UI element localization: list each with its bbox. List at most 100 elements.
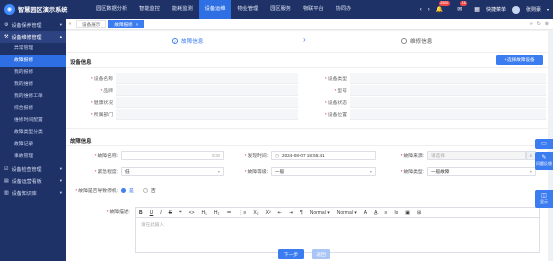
font-color-button[interactable]: A (364, 210, 367, 216)
topnav-item[interactable]: 物业管理 (231, 0, 264, 19)
topnav-item[interactable]: 园区服务 (264, 0, 297, 19)
next-arrow-icon[interactable]: › (428, 7, 430, 13)
sidebar-group-inspection[interactable]: ☑ 设备检查管理 ▾ (0, 163, 66, 175)
h1-button[interactable]: H₁ (202, 210, 207, 216)
refresh-icon[interactable]: ↻ (537, 21, 541, 27)
sidebar: ⚙ 设备保养管理 ▾ ⚒ 设备维修管理 ▴ 异常管理 故障报修 我的报修 我的维… (0, 19, 66, 261)
shortcut-menu[interactable]: 快捷菜单 (486, 6, 506, 13)
bold-button[interactable]: B (139, 210, 143, 216)
fault-source-select[interactable]: 请选择 (427, 151, 526, 160)
topnav-item[interactable]: 智能监控 (133, 0, 166, 19)
italic-button[interactable]: I (160, 210, 161, 216)
sidebar-group-repair[interactable]: ⚒ 设备维修管理 ▴ (0, 31, 66, 43)
urgency-select[interactable]: 低 ▾ (121, 167, 224, 176)
sidebar-item[interactable]: 故障类型分类 (0, 127, 66, 139)
tab-scroll-left-icon[interactable]: « (66, 21, 74, 27)
fault-type-select[interactable]: 一般故障 ▾ (427, 167, 536, 176)
feedback-button[interactable]: ✎ 问题反馈 (535, 152, 553, 170)
select-device-button[interactable]: +选择故障设备 (496, 55, 543, 65)
field-label-text: 紧急程度: (97, 170, 118, 175)
clear-format-button[interactable]: Ix (394, 210, 398, 216)
topnav-item-active[interactable]: 设备运维 (198, 0, 232, 19)
message-icon: ✉ (457, 7, 463, 13)
float-tool-button[interactable]: ▭ (535, 139, 553, 149)
user-name[interactable]: 张则豪 (526, 6, 541, 13)
urgency-value: 低 (125, 168, 130, 174)
search-icon: ⌕ (529, 152, 533, 159)
superscript-button[interactable]: X² (266, 210, 271, 216)
radio-yes[interactable]: 是 (121, 187, 134, 194)
sidebar-item[interactable]: 我的维修 (0, 79, 66, 91)
align-button[interactable]: ≡ (384, 210, 387, 216)
display-button[interactable]: ◫ 显示 (535, 190, 553, 208)
fault-name-input[interactable]: 0/30 (121, 151, 224, 160)
topnav-item[interactable]: 园区数据分析 (90, 0, 133, 19)
sidebar-item[interactable]: 我的维修工单 (0, 91, 66, 103)
avatar[interactable] (511, 5, 520, 14)
editor-placeholder[interactable]: 请在此输入 (136, 218, 539, 232)
sidebar-item[interactable]: 事故管理 (0, 151, 66, 163)
chevron-down-icon[interactable]: ▾ (547, 7, 549, 12)
grid-icon[interactable]: ▦ (474, 6, 480, 13)
field-label-text: 设备类型 (327, 77, 347, 82)
tab-label: 故障报修 (114, 22, 133, 27)
subscript-button[interactable]: X₂ (253, 210, 258, 216)
field-label: *发现时间: (226, 152, 271, 159)
field-label-text: 设备状态 (327, 101, 347, 106)
sidebar-item[interactable]: 故障记录 (0, 139, 66, 151)
sidebar-item-active[interactable]: 故障报修 (0, 55, 66, 67)
field-label: *设备类型 (299, 75, 347, 82)
topnav-item[interactable]: 协同办 (330, 0, 358, 19)
tab-device-display[interactable]: 设备展示 (76, 20, 107, 28)
chevron-down-icon: ▾ (59, 22, 62, 27)
image-button[interactable]: ▣ (405, 210, 410, 216)
underline-button[interactable]: U (150, 210, 154, 216)
sidebar-group-knowledge[interactable]: ▥ 设备知识库 ▾ (0, 187, 66, 199)
direction-button[interactable]: ¶ (300, 210, 303, 216)
ordered-list-button[interactable]: ≔ (226, 210, 231, 216)
device-section-title: 设备信息 (70, 60, 92, 66)
tab-fault-repair[interactable]: 故障报修 × (108, 20, 145, 28)
book-icon: ▥ (4, 190, 9, 196)
fault-level-select[interactable]: 一般 ▾ (271, 167, 376, 176)
tab-bar: « 设备展示 故障报修 × » ↻ ⊗ (66, 19, 553, 30)
logo-icon: ◉ (4, 4, 15, 15)
quote-button[interactable]: ❝ (179, 210, 182, 216)
size-select[interactable]: Normal ▾ (310, 210, 330, 216)
steps: ✓ 故障信息 › 维修信息 (66, 31, 548, 51)
header-select[interactable]: Normal ▾ (337, 210, 357, 216)
bullet-list-button[interactable]: ⋮≡ (238, 210, 246, 216)
device-field-brand: *品牌 (66, 85, 298, 96)
sidebar-item[interactable]: 维修时间配置 (0, 115, 66, 127)
background-color-button[interactable]: A̲ (374, 210, 377, 216)
panel-icon: ▭ (541, 140, 547, 147)
h2-button[interactable]: H₂ (214, 210, 220, 216)
close-icon[interactable]: × (136, 22, 139, 27)
notification-button[interactable]: 🔔 2500 (436, 1, 450, 13)
topnav-item[interactable]: 物联平台 (297, 0, 330, 19)
strikethrough-button[interactable]: S (169, 210, 172, 216)
circle-icon (401, 38, 407, 44)
table-button[interactable]: ⊞ (417, 210, 421, 216)
found-time-input[interactable]: ◷ 2024-08-07 18:55:41 (271, 151, 376, 160)
tab-close-icon[interactable]: ⊗ (545, 21, 549, 27)
sidebar-item[interactable]: 异常管理 (0, 43, 66, 55)
sidebar-group-dashboard[interactable]: ▤ 设备运营看板 ▾ (0, 175, 66, 187)
device-field-location: *设备位置 (299, 109, 546, 120)
topnav-item[interactable]: 能耗监测 (166, 0, 199, 19)
radio-no[interactable]: 否 (142, 187, 156, 194)
prev-arrow-icon[interactable]: ‹ (420, 7, 422, 13)
tab-scroll-right-icon[interactable]: » (530, 21, 533, 27)
sidebar-item[interactable]: 综合报修 (0, 103, 66, 115)
message-button[interactable]: ✉ 16 (457, 1, 468, 13)
outdent-button[interactable]: ⇤ (278, 210, 282, 216)
next-button[interactable]: 下一步 (278, 249, 304, 259)
code-button[interactable]: <> (189, 210, 195, 216)
sidebar-group-maintenance[interactable]: ⚙ 设备保养管理 ▾ (0, 19, 66, 31)
back-button[interactable]: 返回 (312, 249, 330, 259)
chart-icon: ▤ (4, 178, 9, 184)
main-content: ✓ 故障信息 › 维修信息 设备信息 +选择故障设备 *设备名称 *设备类型 *… (66, 31, 548, 261)
sidebar-item[interactable]: 我的报修 (0, 67, 66, 79)
indent-button[interactable]: ⇥ (289, 210, 293, 216)
message-badge: 16 (460, 1, 468, 6)
